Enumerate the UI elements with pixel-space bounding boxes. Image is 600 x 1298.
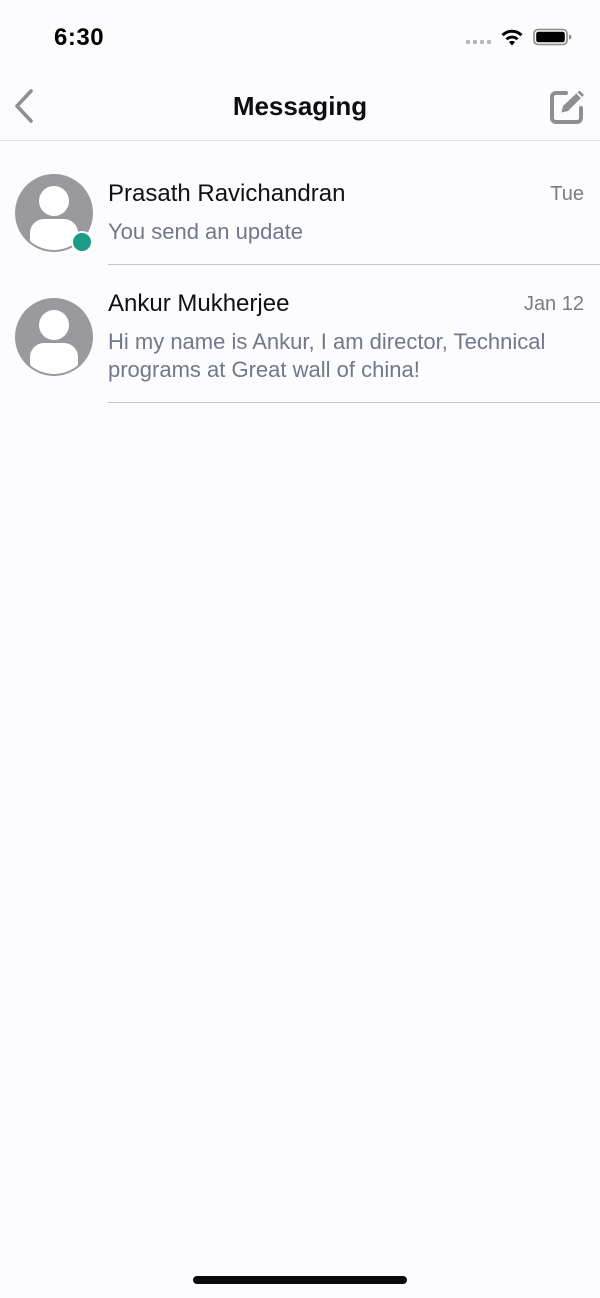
page-title: Messaging — [232, 91, 368, 121]
wifi-icon — [501, 29, 523, 46]
contact-name: Prasath Ravichandran — [108, 180, 346, 207]
conversation-item[interactable]: Prasath Ravichandran Tue You send an upd… — [0, 141, 600, 265]
status-time: 6:30 — [54, 24, 105, 51]
message-date: Tue — [550, 183, 584, 205]
message-preview: Hi my name is Ankur, I am director, Tech… — [108, 329, 546, 382]
user-placeholder-icon — [15, 298, 93, 376]
message-date: Jan 12 — [523, 293, 584, 315]
conversation-item[interactable]: Ankur Mukherjee Jan 12 Hi my name is Ank… — [0, 265, 600, 403]
compose-button[interactable] — [548, 86, 588, 126]
nav-bar: Messaging — [0, 70, 600, 141]
compose-icon — [550, 90, 584, 124]
avatar — [15, 298, 93, 376]
battery-icon — [533, 28, 572, 46]
divider — [108, 402, 600, 403]
avatar — [15, 174, 93, 253]
signal-dots-icon — [466, 40, 491, 44]
message-preview: You send an update — [108, 219, 303, 244]
conversation-list: Prasath Ravichandran Tue You send an upd… — [0, 141, 600, 403]
contact-name: Ankur Mukherjee — [108, 290, 290, 317]
home-indicator[interactable] — [193, 1276, 407, 1284]
status-bar: 6:30 — [0, 0, 600, 70]
online-status-indicator — [71, 231, 93, 253]
